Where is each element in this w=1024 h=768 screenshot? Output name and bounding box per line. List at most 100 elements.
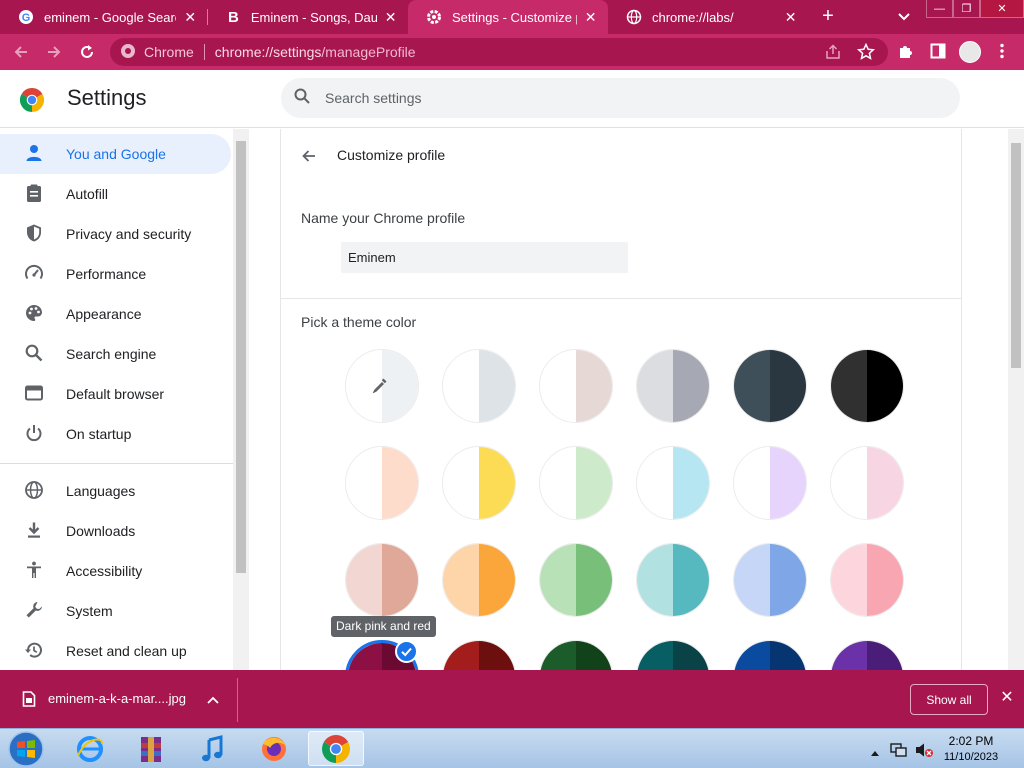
theme-color-swatch[interactable] [636,446,710,520]
share-icon[interactable] [824,44,842,65]
window-controls: — ❐ ✕ [926,0,1024,18]
volume-muted-icon[interactable] [914,742,934,763]
wrench-icon [24,600,44,623]
theme-color-swatch[interactable] [345,543,419,617]
close-icon[interactable]: ✕ [182,9,198,26]
tab-eminem-songs[interactable]: B Eminem - Songs, Daughter ✕ [208,0,408,34]
close-icon[interactable]: ✕ [583,9,598,26]
restore-icon [24,640,44,663]
sidebar-item-search-engine[interactable]: Search engine [0,334,231,374]
theme-color-swatch[interactable] [442,543,516,617]
sidebar-item-on-startup[interactable]: On startup [0,414,231,454]
theme-color-swatch[interactable] [539,349,613,423]
swatch-tooltip: Dark pink and red [331,616,436,637]
sidebar-item-label: Search engine [66,346,157,362]
sidebar-item-you-and-google[interactable]: You and Google [0,134,231,174]
theme-color-swatch[interactable] [442,349,516,423]
theme-color-swatch[interactable] [830,446,904,520]
tab-google-search[interactable]: G eminem - Google Search ✕ [0,0,208,34]
checkmark-icon [395,640,418,663]
close-icon[interactable]: ✕ [783,9,798,26]
close-icon[interactable]: ✕ [997,688,1017,708]
tab-strip: G eminem - Google Search ✕ B Eminem - So… [0,0,1024,34]
bing-b-icon: B [228,8,239,26]
tray-expand-icon[interactable] [870,744,880,762]
browser-window-icon [24,383,44,406]
globe-icon [626,9,642,25]
side-panel-icon[interactable] [929,42,947,65]
shield-icon [24,223,44,246]
show-all-button[interactable]: Show all [910,684,988,715]
sidebar-item-appearance[interactable]: Appearance [0,294,231,334]
sidebar-item-reset[interactable]: Reset and clean up [0,631,231,671]
sidebar-item-label: Autofill [66,186,109,202]
sidebar-item-autofill[interactable]: Autofill [0,174,231,214]
minimize-button[interactable]: — [926,0,953,18]
download-icon [24,520,44,543]
profile-avatar[interactable] [959,41,981,63]
forward-button[interactable] [42,40,66,64]
new-tab-button[interactable]: + [816,4,840,28]
bookmark-star-icon[interactable] [856,42,876,66]
sidebar-item-label: Performance [66,266,147,282]
clock-time[interactable]: 2:02 PM [945,734,997,748]
chrome-taskbar-icon[interactable] [308,731,364,766]
winrar-icon[interactable] [123,731,179,766]
firefox-icon[interactable] [246,731,302,766]
clock-date[interactable]: 11/10/2023 [939,751,1003,763]
theme-color-swatch[interactable] [636,543,710,617]
search-input[interactable] [325,90,885,106]
close-icon[interactable]: ✕ [383,9,398,26]
profile-name-label: Name your Chrome profile [301,210,466,226]
sidebar-scroll-thumb[interactable] [236,141,246,573]
theme-color-swatch[interactable] [733,543,807,617]
theme-color-swatch[interactable] [733,349,807,423]
address-bar[interactable]: Chrome chrome://settings/manageProfile [110,38,888,66]
sidebar-item-languages[interactable]: Languages [0,471,231,511]
palette-icon [24,303,44,326]
back-button[interactable] [9,40,33,64]
sidebar-item-performance[interactable]: Performance [0,254,231,294]
theme-color-swatch[interactable] [539,543,613,617]
start-orb-icon[interactable] [0,729,52,768]
sidebar-item-label: You and Google [66,146,166,162]
network-icon[interactable] [890,742,908,763]
chevron-up-icon[interactable] [206,693,220,711]
settings-search[interactable] [281,78,960,118]
theme-color-swatch[interactable] [636,349,710,423]
chevron-down-icon[interactable] [895,7,913,30]
window-close-button[interactable]: ✕ [980,0,1024,18]
music-player-icon[interactable] [185,731,241,766]
back-arrow-icon[interactable] [299,146,319,166]
theme-color-swatch[interactable] [733,446,807,520]
theme-color-swatch[interactable] [345,446,419,520]
tab-title: Settings - Customize profile [452,9,577,25]
sidebar-item-privacy[interactable]: Privacy and security [0,214,231,254]
reload-button[interactable] [75,40,99,64]
theme-color-swatch[interactable] [539,446,613,520]
more-menu-icon[interactable] [993,42,1011,65]
restore-button[interactable]: ❐ [953,0,980,18]
sidebar-item-downloads[interactable]: Downloads [0,511,231,551]
extensions-puzzle-icon[interactable] [897,42,915,65]
tab-chrome-labs[interactable]: chrome://labs/ ✕ [608,0,808,34]
chrome-site-icon [120,43,136,62]
page-title: Settings [67,85,147,110]
theme-color-swatch[interactable] [442,446,516,520]
theme-color-swatch[interactable] [830,543,904,617]
google-icon: G [18,9,34,25]
download-filename[interactable]: eminem-a-k-a-mar....jpg [48,691,186,706]
omnibox-site-label: Chrome [144,44,194,60]
internet-explorer-icon[interactable] [62,731,118,766]
main-scroll-thumb[interactable] [1011,143,1021,368]
tab-settings[interactable]: Settings - Customize profile ✕ [408,0,608,34]
section-title: Customize profile [337,147,446,163]
sidebar-item-accessibility[interactable]: Accessibility [0,551,231,591]
sidebar-item-system[interactable]: System [0,591,231,631]
sidebar-item-label: Languages [66,483,136,499]
power-icon [24,423,44,446]
sidebar-item-default-browser[interactable]: Default browser [0,374,231,414]
speedometer-icon [24,263,44,286]
theme-color-swatch[interactable] [830,349,904,423]
profile-name-input[interactable] [341,242,628,273]
